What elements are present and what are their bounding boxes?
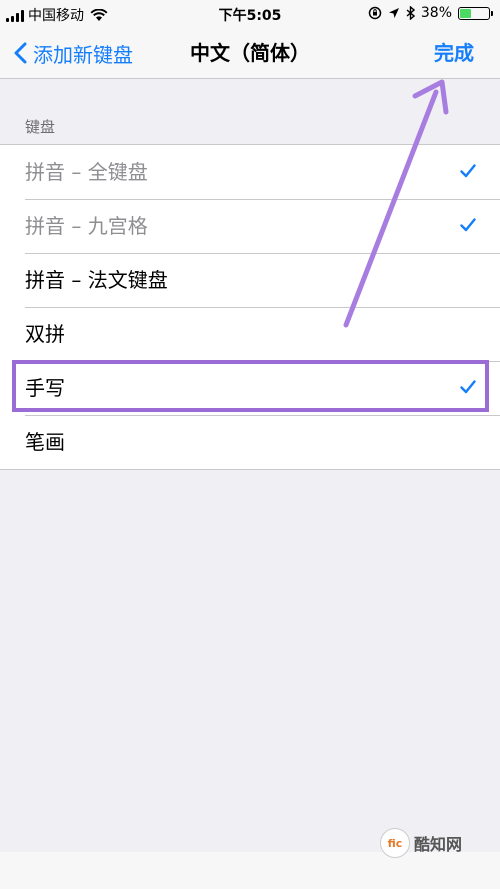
watermark: fic 酷知网 — [380, 828, 462, 858]
watermark-logo: fic — [380, 828, 410, 858]
watermark-text: 酷知网 — [414, 835, 463, 854]
arrow-annotation — [343, 79, 449, 328]
